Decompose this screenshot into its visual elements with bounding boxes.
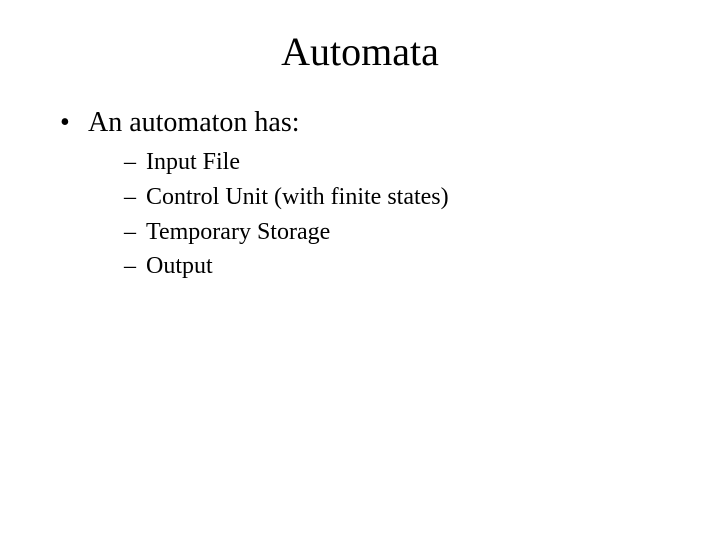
bullet-item: An automaton has: Input File Control Uni…: [60, 107, 690, 284]
bullet-list: An automaton has: Input File Control Uni…: [30, 107, 690, 284]
sub-item: Output: [124, 249, 690, 284]
slide-title: Automata: [30, 28, 690, 75]
sub-item-text: Output: [146, 253, 213, 279]
sub-item-text: Temporary Storage: [146, 219, 330, 245]
sub-item-text: Input File: [146, 149, 240, 175]
sub-item: Control Unit (with finite states): [124, 180, 690, 215]
sub-item: Temporary Storage: [124, 215, 690, 250]
sub-item-text: Control Unit (with finite states): [146, 184, 449, 210]
sub-item: Input File: [124, 145, 690, 180]
slide-container: Automata An automaton has: Input File Co…: [0, 0, 720, 540]
sub-list: Input File Control Unit (with finite sta…: [88, 145, 690, 284]
bullet-text: An automaton has:: [88, 107, 300, 138]
